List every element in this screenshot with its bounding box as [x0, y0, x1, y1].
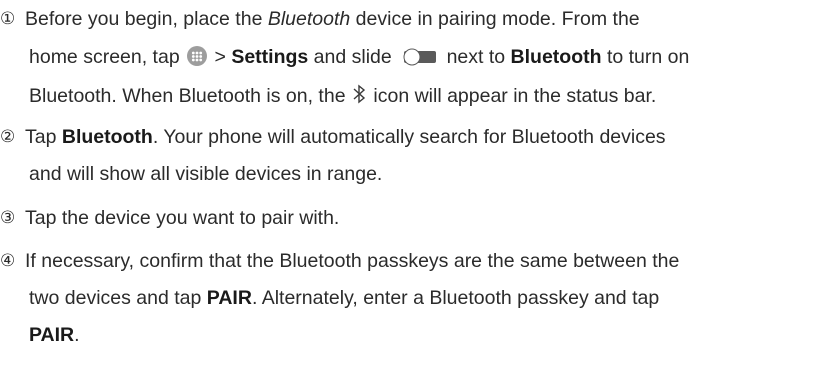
step-1-marker: ①	[0, 9, 16, 29]
toggle-switch-icon	[403, 48, 437, 66]
pair-bold: PAIR	[29, 324, 75, 346]
pair-bold: PAIR	[206, 287, 252, 309]
step-4-marker: ④	[0, 251, 16, 271]
step-1-line-1: ① Before you begin, place the Bluetooth d…	[0, 8, 640, 30]
bluetooth-italic: Bluetooth	[267, 8, 351, 30]
step-2-line-2: and will show all visible devices in ran…	[29, 163, 383, 185]
bluetooth-icon	[352, 82, 366, 106]
step-1-line-2: home screen, tap > Settings and slide ne…	[29, 46, 690, 68]
step-2-marker: ②	[0, 127, 16, 147]
step-4-line-1: ④ If necessary, confirm that the Bluetoot…	[0, 250, 680, 272]
step-2-line-1: ② Tap Bluetooth. Your phone will automati…	[0, 126, 666, 148]
bluetooth-bold: Bluetooth	[61, 126, 153, 148]
step-4-line-2: two devices and tap PAIR. Alternately, e…	[29, 287, 660, 309]
settings-bold: Settings	[231, 46, 309, 68]
step-1-line-3: Bluetooth. When Bluetooth is on, the ico…	[29, 82, 656, 108]
instructions-document: ① Before you begin, place the Bluetooth d…	[0, 0, 837, 387]
step-4-line-3: PAIR.	[29, 324, 80, 346]
step-3-line-1: ③ Tap the device you want to pair with.	[0, 207, 340, 229]
step-3-marker: ③	[0, 208, 16, 228]
apps-icon	[187, 46, 208, 66]
bluetooth-bold: Bluetooth	[510, 46, 602, 68]
